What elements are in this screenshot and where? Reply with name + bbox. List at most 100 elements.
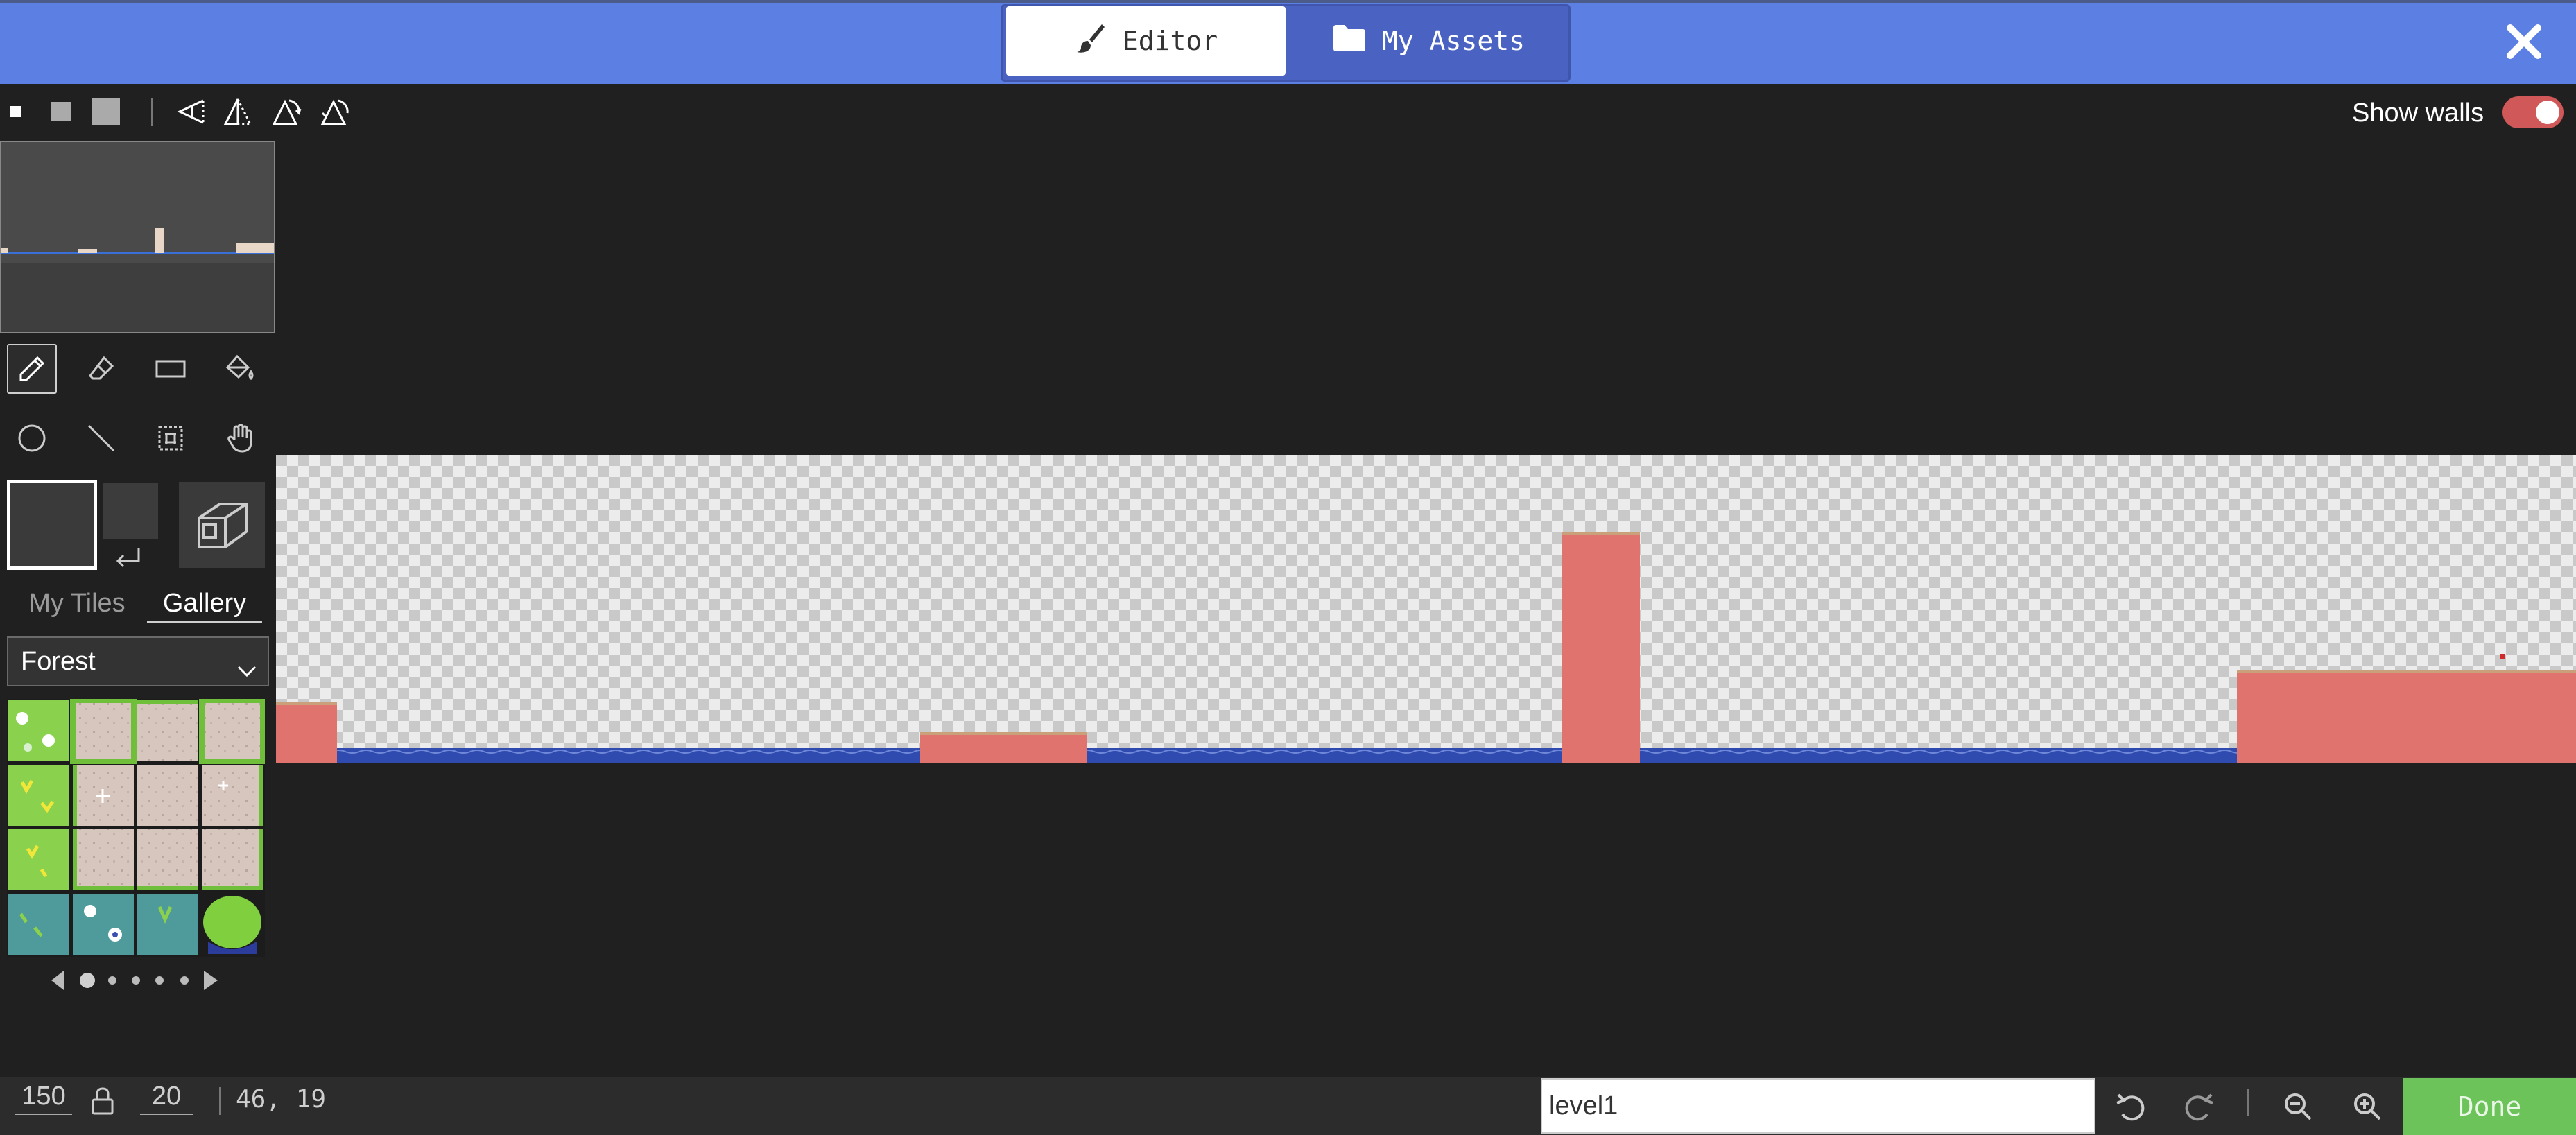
wall-edge bbox=[1562, 532, 1640, 535]
close-button[interactable] bbox=[2496, 15, 2552, 71]
wall-edge bbox=[920, 732, 1087, 735]
zoom-out-icon bbox=[2285, 1093, 2312, 1120]
tile-dirt-edge-top[interactable] bbox=[137, 700, 198, 761]
flip-vertical-icon bbox=[223, 98, 252, 125]
brush-size-large-button[interactable] bbox=[90, 94, 122, 129]
tile-grid bbox=[7, 698, 266, 957]
tile-dirt-edge-top-left[interactable] bbox=[70, 698, 137, 764]
water-strip bbox=[276, 748, 2576, 763]
page-dot[interactable] bbox=[132, 976, 140, 985]
tile-dirt-edge-bottom[interactable] bbox=[137, 829, 198, 890]
folder-icon bbox=[1332, 24, 1367, 59]
select-tool-button[interactable] bbox=[146, 413, 196, 463]
tile-dirt-center[interactable] bbox=[137, 765, 198, 826]
tile-dirt-edge-right[interactable] bbox=[202, 765, 263, 826]
line-icon bbox=[87, 424, 115, 452]
next-page-icon[interactable] bbox=[204, 971, 218, 990]
cube-icon bbox=[198, 503, 248, 548]
tile-dirt-edge-bottom-left[interactable] bbox=[73, 829, 134, 890]
tile-grass-yellow[interactable] bbox=[8, 765, 69, 826]
pencil-tool-button[interactable] bbox=[7, 344, 57, 394]
wall-pillar bbox=[1562, 532, 1640, 763]
map-height-input[interactable]: 20 bbox=[140, 1082, 193, 1115]
tile-teal-grass[interactable] bbox=[8, 894, 69, 955]
pan-tool-button[interactable] bbox=[215, 413, 265, 463]
gallery-category-select[interactable]: Forest bbox=[7, 636, 269, 686]
eraser-icon bbox=[89, 356, 114, 380]
fill-tool-button[interactable] bbox=[215, 344, 265, 394]
bottom-divider bbox=[2247, 1089, 2249, 1116]
tile-dirt-edge-top-right[interactable] bbox=[199, 698, 266, 764]
rotate-alt-button[interactable] bbox=[319, 94, 351, 129]
pencil-icon bbox=[19, 356, 45, 381]
rotate-button[interactable] bbox=[270, 94, 302, 129]
brush-size-medium-button[interactable] bbox=[49, 94, 74, 129]
primary-tile-swatch[interactable] bbox=[7, 480, 97, 570]
chevron-down-icon bbox=[236, 650, 258, 698]
line-tool-button[interactable] bbox=[76, 413, 126, 463]
page-dot[interactable] bbox=[155, 976, 164, 985]
swap-tiles-button[interactable] bbox=[111, 544, 144, 572]
rectangle-icon bbox=[155, 360, 186, 378]
rotate-icon bbox=[272, 99, 302, 125]
minimap-preview bbox=[1, 142, 274, 332]
tile-dirt-edge-bottom-right[interactable] bbox=[202, 829, 263, 890]
close-icon bbox=[2505, 22, 2543, 64]
redo-icon bbox=[2185, 1093, 2213, 1121]
toggle-knob bbox=[2536, 101, 2559, 124]
pan-hand-icon bbox=[227, 424, 252, 453]
tile-grass-flowers[interactable] bbox=[8, 700, 69, 761]
lock-icon[interactable] bbox=[90, 1086, 118, 1119]
page-dot-active[interactable] bbox=[80, 973, 95, 988]
page-dot[interactable] bbox=[108, 976, 116, 985]
tab-editor-label: Editor bbox=[1122, 26, 1218, 56]
brush-size-small-button[interactable] bbox=[6, 94, 26, 129]
tab-gallery[interactable]: Gallery bbox=[147, 584, 262, 623]
level-name-input[interactable] bbox=[1541, 1078, 2095, 1134]
toolbar bbox=[0, 84, 2576, 139]
done-button[interactable]: Done bbox=[2403, 1078, 2576, 1135]
tile-bush[interactable] bbox=[202, 894, 263, 955]
tab-my-tiles[interactable]: My Tiles bbox=[15, 584, 139, 623]
prev-page-icon[interactable] bbox=[51, 971, 64, 990]
zoom-in-icon bbox=[2354, 1093, 2381, 1120]
tab-my-assets-label: My Assets bbox=[1382, 26, 1525, 56]
tile-pager bbox=[49, 967, 229, 994]
wall-block bbox=[276, 702, 337, 763]
undo-button[interactable] bbox=[2109, 1086, 2151, 1127]
rotate-flip-icon bbox=[177, 99, 205, 124]
goal-flag-icon bbox=[2500, 654, 2505, 659]
bottom-divider bbox=[219, 1087, 221, 1115]
fill-bucket-icon bbox=[225, 354, 254, 381]
tab-my-assets[interactable]: My Assets bbox=[1290, 6, 1567, 76]
tile-teal-flowers[interactable] bbox=[73, 894, 134, 955]
wall-edge bbox=[2237, 670, 2576, 673]
show-walls-toggle[interactable] bbox=[2502, 96, 2564, 128]
page-dot[interactable] bbox=[180, 976, 189, 985]
zoom-in-button[interactable] bbox=[2346, 1086, 2388, 1127]
gallery-category-value: Forest bbox=[21, 647, 96, 676]
rotate-flip-button[interactable] bbox=[175, 94, 207, 129]
circle-icon bbox=[18, 424, 46, 452]
wall-block bbox=[920, 732, 1087, 763]
level-map[interactable] bbox=[276, 455, 2576, 763]
eraser-tool-button[interactable] bbox=[76, 344, 126, 394]
secondary-tile-swatch[interactable] bbox=[103, 483, 158, 539]
redo-button[interactable] bbox=[2179, 1086, 2220, 1127]
level-background bbox=[276, 455, 2576, 763]
map-width-input[interactable]: 150 bbox=[15, 1082, 72, 1115]
wall-edge bbox=[276, 702, 337, 705]
rectangle-tool-button[interactable] bbox=[146, 344, 196, 394]
minimap[interactable] bbox=[0, 141, 275, 333]
tile-grass-sprout[interactable] bbox=[8, 829, 69, 890]
flip-vertical-button[interactable] bbox=[222, 94, 254, 129]
paintbrush-icon bbox=[1074, 21, 1107, 61]
wall-tile-button[interactable] bbox=[179, 482, 265, 568]
brush-medium-icon bbox=[51, 102, 71, 121]
zoom-out-button[interactable] bbox=[2277, 1086, 2319, 1127]
tile-dirt-edge-left[interactable] bbox=[73, 765, 134, 826]
tile-teal-sprout[interactable] bbox=[137, 894, 198, 955]
brush-large-icon bbox=[92, 98, 120, 125]
circle-tool-button[interactable] bbox=[7, 413, 57, 463]
tab-editor[interactable]: Editor bbox=[1006, 6, 1286, 76]
